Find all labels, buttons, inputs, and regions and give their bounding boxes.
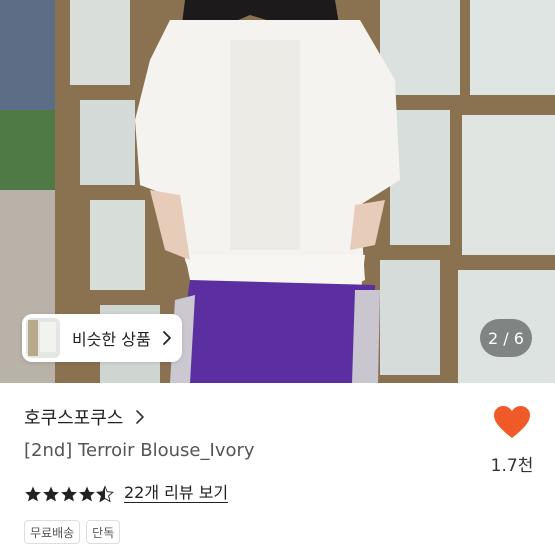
heart-icon (494, 406, 530, 438)
star-half-icon (96, 484, 114, 502)
star-full-icon (79, 486, 95, 501)
product-tags: 무료배송 단독 (24, 520, 126, 544)
chevron-right-icon (136, 410, 145, 424)
rating-row: 22개 리뷰 보기 (24, 484, 229, 503)
star-full-icon (25, 486, 41, 501)
similar-products-button[interactable]: 비슷한 상품 (22, 314, 182, 362)
similar-products-thumbnail (26, 318, 60, 358)
review-link[interactable]: 22개 리뷰 보기 (124, 484, 229, 503)
product-photo[interactable]: 비슷한 상품 2 / 6 (0, 0, 555, 383)
tag-exclusive: 단독 (86, 520, 121, 544)
like-button[interactable]: 1.7천 (484, 405, 540, 476)
star-full-icon (43, 486, 59, 501)
like-count: 1.7천 (490, 456, 534, 476)
brand-link[interactable]: 호쿠스포쿠스 (24, 404, 147, 430)
star-full-icon (61, 486, 77, 501)
brand-name: 호쿠스포쿠스 (24, 408, 124, 429)
similar-products-label: 비슷한 상품 (72, 330, 151, 349)
image-page-counter: 2 / 6 (480, 319, 532, 357)
star-rating (24, 484, 114, 503)
chevron-right-icon (162, 331, 171, 345)
tag-free-shipping: 무료배송 (24, 520, 81, 544)
product-title: [2nd] Terroir Blouse_Ivory (24, 440, 255, 461)
